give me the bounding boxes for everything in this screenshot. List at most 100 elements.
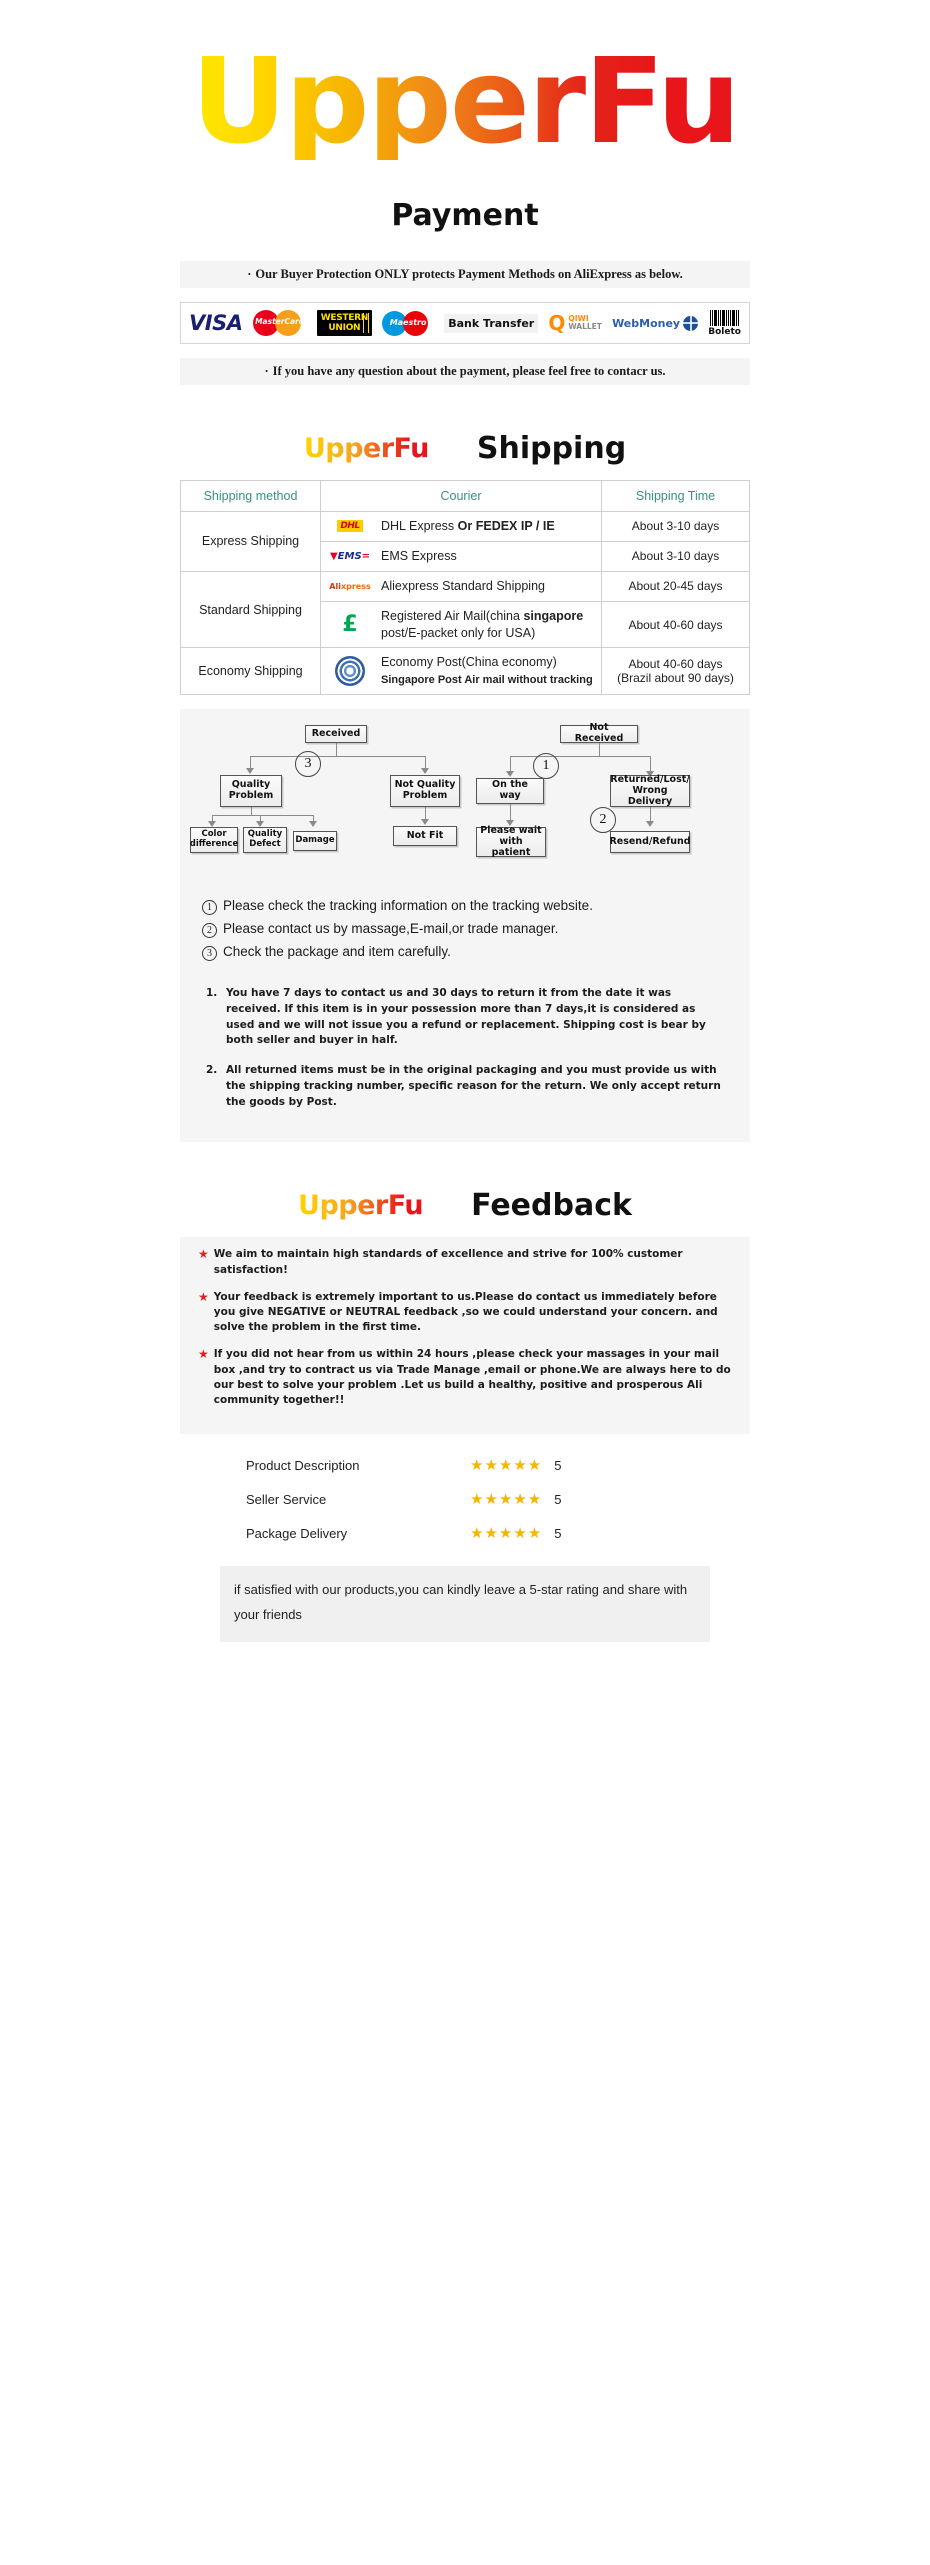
rating-list: Product Description ★★★★★ 5 Seller Servi…	[180, 1434, 750, 1556]
feedback-item-text: We aim to maintain high standards of exc…	[213, 1248, 683, 1276]
flow-arrow	[246, 768, 254, 775]
flow-box-received: Received	[305, 725, 367, 744]
rating-score: 5	[554, 1525, 562, 1541]
visa-icon: VISA	[189, 311, 243, 335]
table-row: Express Shipping DHL DHL Express Or FEDE…	[180, 511, 750, 572]
note-text: Please contact us by massage,E-mail,or t…	[223, 921, 559, 937]
shipping-table: Shipping method Courier Shipping Time Ex…	[180, 480, 750, 696]
brand-logo-hero: UpperFu	[0, 0, 930, 170]
payment-title: Payment	[391, 198, 539, 233]
cell-courier-chinapost: £ Registered Air Mail(china singapore po…	[320, 600, 602, 649]
flow-arrow	[421, 819, 429, 826]
closing-message: if satisfied with our products,you can k…	[220, 1566, 710, 1642]
table-row: Standard Shipping Alixpress Aliexpress S…	[180, 570, 750, 649]
rating-score: 5	[554, 1457, 562, 1473]
flow-line	[510, 756, 650, 758]
feedback-title-row: UpperFu Feedback	[180, 1188, 750, 1223]
note-item: 3 Check the package and item carefully.	[180, 941, 750, 964]
feedback-statements: ★ We aim to maintain high standards of e…	[180, 1237, 750, 1435]
rating-row: Seller Service ★★★★★ 5	[180, 1482, 750, 1516]
cell-courier-aliexpress: Alixpress Aliexpress Standard Shipping	[320, 570, 602, 602]
rating-stars-icon[interactable]: ★★★★★	[470, 1490, 542, 1508]
rating-row: Product Description ★★★★★ 5	[180, 1448, 750, 1482]
ems-logo-icon: ▼EMS=	[329, 550, 371, 562]
boleto-icon: Boleto	[708, 309, 741, 337]
rating-stars-icon[interactable]: ★★★★★	[470, 1456, 542, 1474]
payment-section: Payment · Our Buyer Protection ONLY prote…	[180, 198, 750, 385]
flow-box-color-difference: Color difference	[190, 827, 238, 854]
barcode-icon	[709, 309, 740, 326]
cell-courier-economy: Economy Post(China economy) Singapore Po…	[320, 647, 602, 696]
rating-row: Package Delivery ★★★★★ 5	[180, 1516, 750, 1550]
flow-line	[251, 807, 253, 816]
cell-method-express: Express Shipping	[180, 511, 321, 572]
flow-line	[212, 815, 313, 817]
cell-method-standard: Standard Shipping	[180, 570, 321, 649]
feedback-title: Feedback	[471, 1188, 632, 1224]
cell-time-dhl: About 3-10 days	[601, 511, 750, 542]
flow-box-not-fit: Not Fit	[393, 826, 457, 847]
payment-methods-strip: VISA MasterCard WESTERN UNION Maestro Ba…	[180, 302, 750, 344]
flow-marker-1: 1	[533, 753, 559, 780]
flow-box-quality-problem: Quality Problem	[220, 775, 282, 808]
policy-text: You have 7 days to contact us and 30 day…	[226, 987, 706, 1047]
shipping-title: Shipping	[476, 431, 627, 466]
shipping-section: UpperFu Shipping Shipping method Courier…	[180, 431, 750, 696]
cell-courier-dhl: DHL DHL Express Or FEDEX IP / IE	[320, 511, 602, 542]
shipping-table-header-row: Shipping method Courier Shipping Time	[180, 480, 750, 512]
cell-courier-ems: ▼EMS= EMS Express	[320, 540, 602, 572]
th-courier: Courier	[320, 480, 602, 512]
rating-label: Product Description	[246, 1457, 360, 1473]
note-number: 3	[202, 946, 217, 962]
rating-label: Package Delivery	[246, 1525, 348, 1541]
note-number: 2	[202, 923, 217, 939]
cell-time-aliexpress: About 20-45 days	[601, 570, 750, 602]
th-shipping-method: Shipping method	[180, 480, 321, 512]
feedback-item-text: If you did not hear from us within 24 ho…	[213, 1348, 731, 1407]
flow-box-quality-defect: Quality Defect	[243, 827, 287, 854]
flow-box-please-wait: Please wait with patient	[476, 825, 546, 858]
flow-line	[599, 743, 601, 757]
feedback-section: UpperFu Feedback ★ We aim to maintain hi…	[180, 1188, 750, 1642]
flow-arrow	[646, 821, 654, 828]
payment-notice-bottom: · If you have any question about the paym…	[180, 358, 750, 385]
note-item: 2 Please contact us by massage,E-mail,or…	[180, 918, 750, 941]
cell-time-economy: About 40-60 days (Brazil about 90 days)	[601, 647, 750, 696]
returns-notes: 1 Please check the tracking information …	[180, 891, 750, 979]
policy-number: 2.	[206, 1064, 218, 1077]
returns-flowchart-wrap: Received 3 Quality Problem Not Quality P…	[180, 709, 750, 892]
star-bullet-icon: ★	[198, 1347, 209, 1362]
un-post-logo-icon	[329, 656, 371, 687]
note-number: 1	[202, 900, 217, 916]
qiwi-wallet-icon: Q QIWI WALLET	[548, 311, 602, 335]
rating-stars-icon[interactable]: ★★★★★	[470, 1524, 542, 1542]
shipping-title-row: UpperFu Shipping	[180, 431, 750, 466]
flow-arrow	[309, 821, 317, 828]
payment-notice-top-text: Our Buyer Protection ONLY protects Payme…	[255, 267, 683, 281]
brand-wordmark: UpperFu	[191, 32, 741, 170]
star-bullet-icon: ★	[198, 1247, 209, 1262]
mastercard-icon: MasterCard	[252, 310, 307, 336]
feedback-item: ★ If you did not hear from us within 24 …	[198, 1347, 732, 1408]
flow-marker-3: 3	[295, 751, 321, 778]
bullet-dot: ·	[247, 267, 252, 281]
flow-marker-2: 2	[590, 807, 616, 834]
policy-number: 1.	[206, 987, 218, 1000]
policy-text: All returned items must be in the origin…	[226, 1064, 721, 1108]
star-bullet-icon: ★	[198, 1289, 209, 1304]
returns-flowchart: Received 3 Quality Problem Not Quality P…	[190, 722, 740, 873]
policy-item: 1. You have 7 days to contact us and 30 …	[206, 986, 724, 1049]
maestro-icon: Maestro	[382, 310, 434, 336]
flow-line	[250, 756, 425, 758]
flow-box-not-quality-problem: Not Quality Problem	[390, 775, 460, 808]
flow-arrow	[506, 771, 514, 778]
globe-icon	[683, 315, 699, 331]
feedback-item: ★ Your feedback is extremely important t…	[198, 1290, 732, 1336]
rating-score: 5	[554, 1491, 562, 1507]
webmoney-icon: WebMoney	[612, 315, 699, 331]
aliexpress-logo-icon: Alixpress	[329, 581, 371, 591]
flow-box-damage: Damage	[293, 831, 337, 852]
cell-time-chinapost: About 40-60 days	[601, 600, 750, 649]
payment-notice-bottom-text: If you have any question about the payme…	[272, 364, 666, 378]
flow-box-on-the-way: On the way	[476, 778, 544, 805]
